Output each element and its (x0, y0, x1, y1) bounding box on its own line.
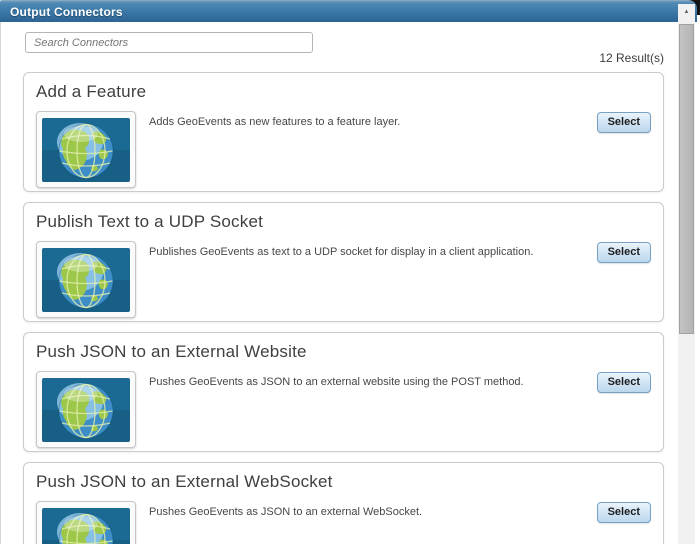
connector-list: Add a Feature Adds GeoEvents as new feat… (23, 72, 664, 544)
select-button[interactable]: Select (596, 112, 651, 133)
search-input[interactable] (25, 32, 313, 53)
globe-icon (42, 247, 130, 312)
connector-card: Push JSON to an External WebSocket Pushe… (23, 462, 664, 544)
connector-thumbnail (36, 241, 136, 318)
select-button[interactable]: Select (596, 242, 651, 263)
connector-title: Add a Feature (36, 82, 147, 101)
results-count: 12 Result(s) (599, 51, 664, 65)
scrollbar-thumb[interactable] (679, 24, 694, 334)
connector-thumbnail (36, 371, 136, 448)
dialog-titlebar: Output Connectors ✖ (0, 0, 697, 22)
scroll-up-arrow-icon[interactable]: ▲ (678, 4, 695, 20)
select-button[interactable]: Select (596, 502, 651, 523)
connector-card: Add a Feature Adds GeoEvents as new feat… (23, 72, 664, 192)
vertical-scrollbar[interactable]: ▲ (678, 4, 695, 544)
connector-title: Push JSON to an External Website (36, 342, 307, 361)
connector-description: Pushes GeoEvents as JSON to an external … (149, 506, 423, 518)
dialog-body: 12 Result(s) Add a Feature (0, 22, 700, 544)
connector-thumbnail (36, 111, 136, 188)
select-button[interactable]: Select (596, 372, 651, 393)
output-connectors-dialog: Output Connectors ✖ 12 Result(s) Add a F… (0, 0, 700, 544)
connector-card: Publish Text to a UDP Socket Publishes G… (23, 202, 664, 322)
connector-title: Publish Text to a UDP Socket (36, 212, 264, 231)
dialog-title: Output Connectors (10, 4, 123, 19)
connector-description: Adds GeoEvents as new features to a feat… (149, 116, 401, 128)
globe-icon (42, 117, 130, 182)
globe-icon (42, 377, 130, 442)
connector-title: Push JSON to an External WebSocket (36, 472, 333, 491)
connector-description: Publishes GeoEvents as text to a UDP soc… (149, 246, 534, 258)
connector-card: Push JSON to an External Website Pushes … (23, 332, 664, 452)
connector-thumbnail (36, 501, 136, 544)
connector-description: Pushes GeoEvents as JSON to an external … (149, 376, 524, 388)
globe-icon (42, 507, 130, 544)
